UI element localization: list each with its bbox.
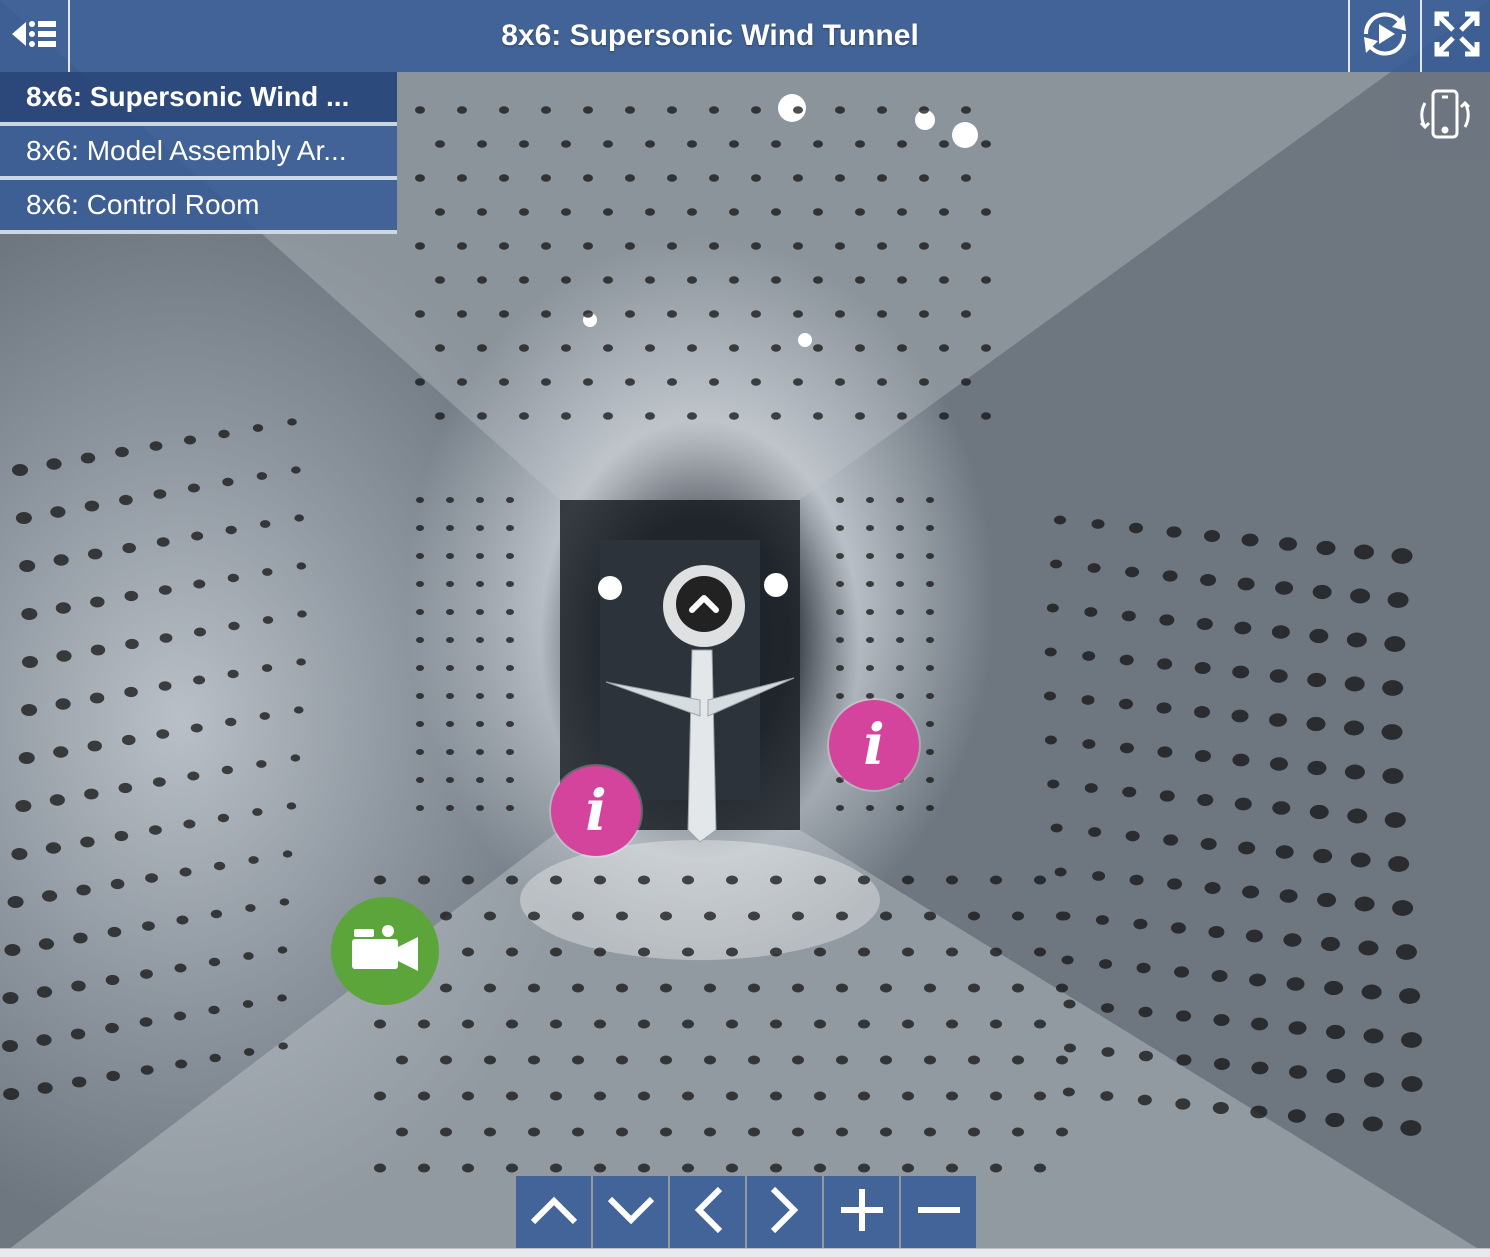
look-left-button[interactable] (670, 1176, 745, 1248)
menu-toggle-button[interactable] (0, 0, 70, 72)
scene-item-control-room[interactable]: 8x6: Control Room (0, 180, 397, 234)
zoom-in-icon (837, 1185, 887, 1240)
top-bar: 8x6: Supersonic Wind Tunnel (0, 0, 1490, 72)
page-title: 8x6: Supersonic Wind Tunnel (501, 19, 919, 52)
info-icon: i (863, 712, 885, 778)
scene-item-supersonic-wind-tunnel[interactable]: 8x6: Supersonic Wind ... (0, 72, 397, 126)
autorotate-button[interactable] (1348, 0, 1420, 72)
view-controls (516, 1176, 976, 1248)
arrow-left-icon (690, 1185, 726, 1240)
zoom-out-button[interactable] (901, 1176, 976, 1248)
autorotate-play-icon (1358, 7, 1412, 66)
menu-collapse-icon (10, 14, 58, 59)
arrow-down-icon (606, 1192, 656, 1233)
gyro-button[interactable] (1400, 72, 1490, 162)
look-up-button[interactable] (516, 1176, 591, 1248)
video-camera-icon (348, 921, 422, 982)
look-down-button[interactable] (593, 1176, 668, 1248)
device-orientation-icon (1413, 83, 1477, 152)
zoom-in-button[interactable] (824, 1176, 899, 1248)
arrow-right-icon (767, 1185, 803, 1240)
fullscreen-button[interactable] (1420, 0, 1490, 72)
info-hotspot[interactable]: i (551, 766, 641, 856)
look-right-button[interactable] (747, 1176, 822, 1248)
scene-item-model-assembly[interactable]: 8x6: Model Assembly Ar... (0, 126, 397, 180)
scene-link-hotspot[interactable] (663, 565, 745, 647)
video-hotspot[interactable] (331, 897, 439, 1005)
scene-list: 8x6: Supersonic Wind ... 8x6: Model Asse… (0, 72, 397, 234)
info-hotspot[interactable]: i (829, 700, 919, 790)
fullscreen-icon (1433, 10, 1481, 63)
arrow-up-icon (529, 1192, 579, 1233)
info-icon: i (585, 778, 607, 844)
zoom-out-icon (914, 1185, 964, 1240)
chevron-up-icon (669, 569, 739, 644)
